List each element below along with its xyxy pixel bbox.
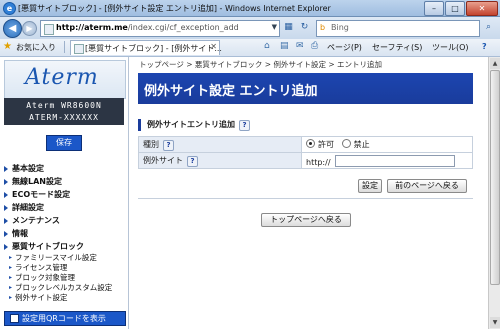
tab-close-icon[interactable]: ✕	[210, 42, 217, 51]
tab-page-icon	[74, 44, 84, 54]
address-input[interactable]: http://aterm.me/index.cgi/cf_exception_a…	[40, 20, 280, 37]
site-help-icon[interactable]: ?	[187, 155, 198, 167]
favorites-button[interactable]: お気に入り	[16, 42, 56, 53]
menu-item-eco[interactable]: ECOモード設定	[4, 188, 126, 201]
set-button[interactable]: 設定	[358, 179, 382, 193]
ie-icon: e	[3, 2, 16, 15]
window-title: [悪質サイトブロック] - [例外サイト設定 エントリ追加] - Windows…	[18, 4, 331, 13]
submenu-exception-site[interactable]: 例外サイト設定	[4, 293, 126, 303]
command-bar: ★ お気に入り [悪質サイトブロック] - [例外サイト... ✕ ⌂ ▤ ✉ …	[0, 39, 500, 57]
search-input[interactable]: b Bing	[316, 20, 480, 37]
allow-label[interactable]: 許可	[318, 140, 334, 149]
qr-icon	[10, 314, 19, 323]
url-host: http://aterm.me	[56, 23, 128, 32]
page-viewport: Aterm Aterm WR8600N ATERM-XXXXXX 保存 基本設定…	[0, 57, 488, 329]
top-page-button[interactable]: トップページへ戻る	[261, 213, 351, 227]
vertical-scrollbar[interactable]: ▲ ▼	[488, 57, 500, 329]
scroll-down-icon[interactable]: ▼	[490, 317, 500, 328]
device-id: ATERM-XXXXXX	[29, 113, 99, 122]
submenu-block-target[interactable]: ブロック対象管理	[4, 273, 126, 283]
refresh-icon[interactable]: ↻	[298, 21, 311, 34]
forward-button[interactable]: ▶	[22, 21, 37, 36]
submenu-license[interactable]: ライセンス管理	[4, 263, 126, 273]
page-menu[interactable]: ページ(P)	[327, 42, 362, 53]
window-title-bar: e [悪質サイトブロック] - [例外サイト設定 エントリ追加] - Windo…	[0, 0, 500, 17]
close-window-button[interactable]: ✕	[466, 1, 498, 16]
bing-icon: b	[320, 23, 326, 32]
minimize-button[interactable]: –	[424, 1, 444, 16]
entry-form: 種別? 許可 禁止 例外サイト? http://	[138, 136, 473, 169]
help-icon[interactable]: ?	[239, 120, 250, 131]
search-placeholder: Bing	[331, 23, 349, 32]
sidebar: Aterm Aterm WR8600N ATERM-XXXXXX 保存 基本設定…	[0, 57, 129, 329]
menu-item-basic[interactable]: 基本設定	[4, 162, 126, 175]
type-value-cell: 許可 禁止	[301, 136, 473, 153]
page-header: 例外サイト設定 エントリ追加	[138, 73, 473, 104]
section-title-text: 例外サイトエントリ追加	[147, 120, 235, 129]
menu-item-malicious-block[interactable]: 悪質サイトブロック	[4, 240, 126, 253]
deny-radio[interactable]	[341, 139, 351, 148]
submenu-block-level[interactable]: ブロックレベルカスタム設定	[4, 283, 126, 293]
type-help-icon[interactable]: ?	[163, 139, 174, 151]
save-button[interactable]: 保存	[46, 135, 82, 151]
compat-view-icon[interactable]: ▦	[282, 21, 295, 34]
mail-icon[interactable]: ✉	[296, 41, 304, 51]
maximize-button[interactable]: □	[445, 1, 465, 16]
type-row: 種別? 許可 禁止	[138, 136, 473, 153]
back-button[interactable]: ◀	[3, 19, 22, 38]
aterm-logo: Aterm	[25, 65, 99, 90]
help-menu[interactable]: ?	[482, 42, 487, 51]
type-label: 種別	[143, 139, 159, 149]
model-info: Aterm WR8600N ATERM-XXXXXX	[4, 98, 124, 125]
separator	[64, 41, 65, 53]
address-toolbar: ◀ ▶ http://aterm.me/index.cgi/cf_excepti…	[0, 17, 500, 39]
page-icon	[44, 24, 54, 35]
allow-radio[interactable]	[306, 139, 315, 148]
menu-item-wireless[interactable]: 無線LAN設定	[4, 175, 126, 188]
submenu-family-smile[interactable]: ファミリースマイル設定	[4, 253, 126, 263]
logo-area: Aterm	[4, 60, 126, 99]
exception-site-input[interactable]	[334, 154, 455, 167]
site-label: 例外サイト	[143, 155, 183, 165]
favorites-star-icon[interactable]: ★	[3, 41, 12, 52]
tools-menu[interactable]: ツール(O)	[432, 42, 469, 53]
menu-item-info[interactable]: 情報	[4, 227, 126, 240]
breadcrumb: トップページ > 悪質サイトブロック > 例外サイト設定 > エントリ追加	[139, 60, 383, 69]
site-label-cell: 例外サイト?	[138, 152, 302, 169]
scroll-thumb[interactable]	[490, 70, 500, 285]
feeds-icon[interactable]: ▤	[280, 41, 289, 51]
show-qr-button[interactable]: 設定用QRコードを表示	[4, 311, 126, 326]
menu-item-maintenance[interactable]: メンテナンス	[4, 214, 126, 227]
site-prefix: http://	[306, 157, 331, 167]
print-icon[interactable]: ⎙	[311, 41, 318, 51]
scroll-up-icon[interactable]: ▲	[490, 58, 500, 69]
section-title: 例外サイトエントリ追加?	[138, 119, 250, 131]
site-value-cell: http://	[301, 152, 473, 169]
site-row: 例外サイト? http://	[138, 152, 473, 169]
back-page-button[interactable]: 前のページへ戻る	[387, 179, 467, 193]
menu-item-advanced[interactable]: 詳細設定	[4, 201, 126, 214]
browser-tab[interactable]: [悪質サイトブロック] - [例外サイト... ✕	[70, 40, 222, 55]
deny-label[interactable]: 禁止	[354, 140, 370, 149]
window-controls: – □ ✕	[424, 1, 498, 16]
show-qr-label: 設定用QRコードを表示	[22, 314, 106, 323]
sidebar-menu: 基本設定 無線LAN設定 ECOモード設定 詳細設定 メンテナンス 情報 悪質サ…	[4, 162, 126, 303]
type-label-cell: 種別?	[138, 136, 302, 153]
tab-label: [悪質サイトブロック] - [例外サイト...	[85, 44, 222, 53]
address-dropdown-icon[interactable]: ▼	[272, 23, 277, 31]
home-icon[interactable]: ⌂	[264, 41, 270, 51]
model-name: Aterm WR8600N	[26, 101, 102, 110]
safety-menu[interactable]: セーフティ(S)	[372, 42, 422, 53]
url-path: /index.cgi/cf_exception_add	[127, 23, 239, 32]
page-title: 例外サイト設定 エントリ追加	[144, 84, 318, 99]
divider	[138, 198, 473, 199]
search-icon[interactable]: ⌕	[482, 21, 495, 34]
